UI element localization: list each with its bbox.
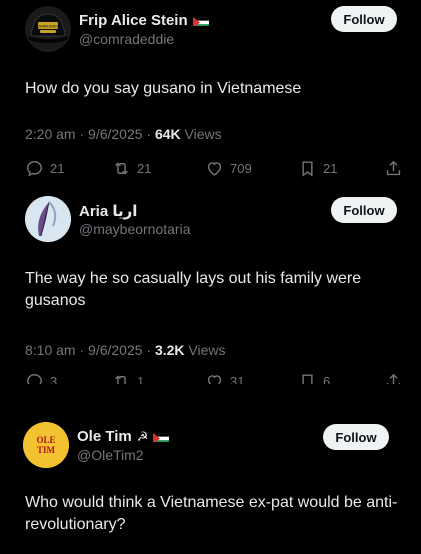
post-meta: 8:10 am · 9/6/2025 · 3.2K Views [25, 342, 226, 358]
action-bar: 21 21 709 21 [0, 159, 421, 183]
display-name-row[interactable]: Ole Tim ☭ [77, 428, 170, 445]
share-icon [386, 373, 401, 384]
palestine-flag-icon [153, 431, 170, 442]
bookmark-button[interactable]: 6 [298, 372, 330, 384]
avatar[interactable] [25, 196, 71, 242]
display-name[interactable]: Frip Alice Stein [79, 12, 188, 29]
post-1: COMMUNISTS Frip Alice Stein @comradeddie… [0, 0, 421, 190]
bookmark-count: 6 [323, 374, 331, 384]
follow-button[interactable]: Follow [331, 197, 397, 223]
like-button[interactable]: 709 [205, 159, 252, 178]
bookmark-button[interactable]: 21 [298, 159, 337, 178]
post-3: OLE TIM Ole Tim ☭ @OleTim2 Follow Who wo… [0, 410, 421, 554]
views-label: Views [180, 126, 222, 142]
like-count: 709 [230, 161, 252, 176]
reply-button[interactable]: 21 [25, 159, 64, 178]
repost-count: 1 [137, 374, 145, 384]
display-name[interactable]: Ole Tim [77, 428, 132, 445]
palestine-flag-icon [192, 15, 209, 26]
follow-button[interactable]: Follow [331, 6, 397, 32]
views-label: Views [184, 342, 226, 358]
views-count: 3.2K [154, 342, 185, 358]
like-button[interactable]: 31 [205, 372, 244, 384]
views-count: 64K [154, 126, 181, 142]
timestamp[interactable]: 8:10 am · 9/6/2025 · [25, 342, 155, 358]
bookmark-icon [302, 161, 313, 177]
heart-icon [207, 162, 222, 176]
handle[interactable]: @comradeddie [79, 31, 174, 47]
display-name-row[interactable]: Aria اريا [79, 202, 137, 220]
black-cap-avatar-icon: COMMUNISTS [25, 6, 71, 52]
post-text: Who would think a Vietnamese ex-pat woul… [25, 494, 398, 533]
avatar[interactable]: OLE TIM [23, 422, 69, 468]
reply-count: 21 [50, 161, 65, 176]
repost-count: 21 [137, 161, 152, 176]
repost-icon [115, 375, 128, 384]
repost-button[interactable]: 1 [112, 372, 144, 384]
feather-avatar-icon [25, 196, 71, 242]
repost-icon [115, 162, 128, 175]
heart-icon [207, 375, 222, 384]
display-name[interactable]: Aria اريا [79, 202, 137, 220]
share-button[interactable] [384, 372, 403, 384]
reply-button[interactable]: 3 [25, 372, 57, 384]
reply-icon [27, 374, 42, 384]
avatar-text: COMMUNISTS [34, 24, 62, 29]
post-text: The way he so casually lays out his fami… [25, 270, 362, 309]
avatar-text-top: OLE [36, 435, 55, 445]
reply-count: 3 [50, 374, 58, 384]
post-meta: 2:20 am · 9/6/2025 · 64K Views [25, 126, 222, 142]
handle[interactable]: @maybeornotaria [79, 221, 191, 237]
share-button[interactable] [384, 159, 403, 178]
avatar[interactable]: COMMUNISTS [25, 6, 71, 52]
action-bar: 3 1 31 6 [0, 372, 421, 384]
share-icon [386, 160, 401, 176]
repost-button[interactable]: 21 [112, 159, 151, 178]
follow-button[interactable]: Follow [323, 424, 389, 450]
handle[interactable]: @OleTim2 [77, 447, 144, 463]
timestamp[interactable]: 2:20 am · 9/6/2025 · [25, 126, 155, 142]
bookmark-icon [302, 374, 313, 384]
hammer-sickle-icon: ☭ [136, 428, 149, 444]
display-name-row[interactable]: Frip Alice Stein [79, 12, 209, 29]
post-2: Aria اريا @maybeornotaria Follow The way… [0, 190, 421, 400]
post-text: How do you say gusano in Vietnamese [25, 80, 302, 97]
reply-icon [27, 161, 42, 177]
like-count: 31 [230, 374, 245, 384]
avatar-text-bottom: TIM [37, 445, 56, 455]
ole-tim-avatar-icon: OLE TIM [23, 422, 69, 468]
bookmark-count: 21 [323, 161, 338, 176]
